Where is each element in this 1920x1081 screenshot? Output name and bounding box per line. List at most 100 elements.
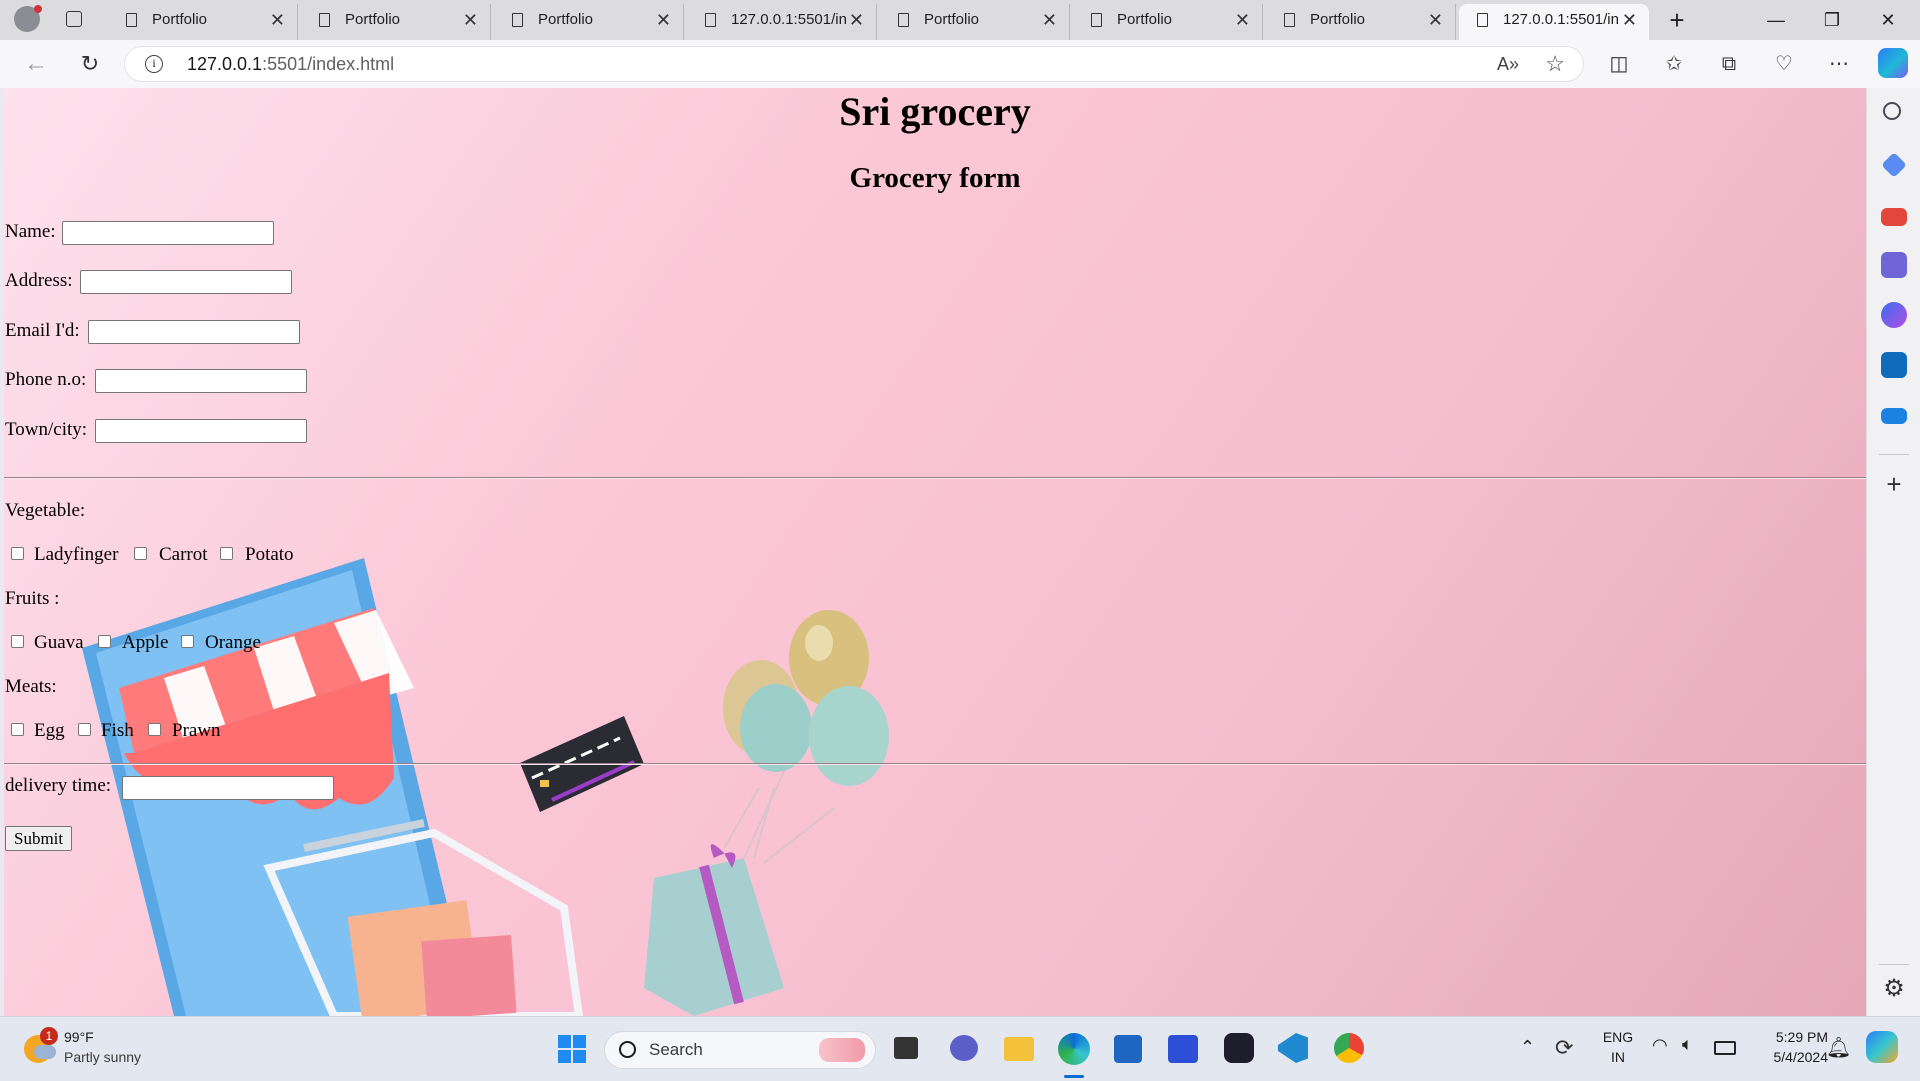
- copilot-icon[interactable]: [1878, 48, 1908, 78]
- webex-icon[interactable]: [1224, 1033, 1254, 1063]
- weather-cloud-icon: [34, 1045, 56, 1059]
- guava-option: Guava: [34, 632, 84, 653]
- language-indicator[interactable]: ENG IN: [1598, 1027, 1638, 1067]
- site-info-icon[interactable]: i: [145, 55, 163, 73]
- search-highlight-image: [819, 1038, 865, 1062]
- close-tab-icon[interactable]: ✕: [270, 4, 285, 36]
- close-tab-icon[interactable]: ✕: [656, 4, 671, 36]
- teams-chat-icon[interactable]: [950, 1035, 978, 1061]
- search-icon[interactable]: [1883, 102, 1901, 120]
- prawn-checkbox[interactable]: [148, 723, 161, 736]
- notification-bell-icon[interactable]: 🔔︎: [1826, 1035, 1851, 1060]
- split-screen-icon[interactable]: ◫: [1601, 46, 1637, 82]
- new-tab-button[interactable]: +: [1662, 2, 1692, 38]
- section-divider: [4, 763, 1866, 765]
- sidebar-divider: [1879, 964, 1909, 965]
- close-tab-icon[interactable]: ✕: [1042, 4, 1057, 36]
- gift-box-graphic: [644, 844, 784, 1016]
- edge-browser-icon[interactable]: [1058, 1033, 1090, 1065]
- name-input[interactable]: [62, 221, 274, 245]
- minimize-icon[interactable]: —: [1748, 0, 1804, 40]
- tab-portfolio-6[interactable]: Portfolio ✕: [1266, 4, 1456, 40]
- tab-portfolio-4[interactable]: Portfolio ✕: [880, 4, 1070, 40]
- tab-label: Portfolio: [1117, 11, 1173, 28]
- ladyfinger-checkbox[interactable]: [11, 547, 24, 560]
- refresh-icon[interactable]: ↻: [72, 46, 108, 82]
- tab-label: Portfolio: [538, 11, 594, 28]
- submit-button[interactable]: Submit: [5, 826, 73, 851]
- tools-icon[interactable]: [1881, 208, 1907, 226]
- apple-checkbox[interactable]: [98, 635, 111, 648]
- chrome-icon[interactable]: [1334, 1033, 1364, 1063]
- taskbar-search-box[interactable]: Search: [604, 1031, 876, 1069]
- start-windows-icon[interactable]: [558, 1035, 586, 1063]
- close-tab-icon[interactable]: ✕: [1622, 4, 1637, 36]
- sidebar-divider: [1879, 454, 1909, 455]
- microsoft365-icon[interactable]: [1881, 302, 1907, 328]
- weather-badge: 1: [40, 1027, 58, 1045]
- shopping-tag-icon[interactable]: [1881, 152, 1907, 178]
- back-icon[interactable]: ←: [18, 46, 54, 82]
- apple-option: Apple: [122, 632, 169, 653]
- sync-icon[interactable]: ⟳: [1555, 1035, 1573, 1061]
- close-window-icon[interactable]: ✕: [1860, 0, 1916, 40]
- drop-icon[interactable]: [1881, 408, 1907, 424]
- egg-option: Egg: [34, 720, 65, 741]
- more-options-icon[interactable]: ⋯: [1821, 46, 1857, 82]
- copilot-taskbar-icon[interactable]: [1866, 1031, 1898, 1063]
- battery-icon[interactable]: [1714, 1041, 1736, 1055]
- games-icon[interactable]: [1881, 252, 1907, 278]
- tab-portfolio-5[interactable]: Portfolio ✕: [1073, 4, 1263, 40]
- outlook-icon[interactable]: [1881, 352, 1907, 378]
- file-explorer-icon[interactable]: [1004, 1037, 1034, 1061]
- guava-checkbox[interactable]: [11, 635, 24, 648]
- volume-icon[interactable]: 🔈︎: [1682, 1034, 1693, 1055]
- wifi-icon[interactable]: ◠: [1652, 1035, 1668, 1056]
- page-icon: [1091, 13, 1102, 27]
- orange-option: Orange: [205, 632, 261, 653]
- close-tab-icon[interactable]: ✕: [1428, 4, 1443, 36]
- weather-widget[interactable]: 1 99°F Partly sunny: [24, 1027, 164, 1071]
- close-tab-icon[interactable]: ✕: [1235, 4, 1250, 36]
- carrot-checkbox[interactable]: [134, 547, 147, 560]
- address-label: Address:: [5, 270, 73, 291]
- egg-checkbox[interactable]: [11, 723, 24, 736]
- town-input[interactable]: [95, 419, 307, 443]
- address-input[interactable]: [80, 270, 292, 294]
- restore-icon[interactable]: ❐: [1804, 0, 1860, 40]
- settings-gear-icon[interactable]: ⚙: [1881, 976, 1907, 1002]
- tab-label: 127.0.0.1:5501/in: [1503, 11, 1619, 28]
- close-tab-icon[interactable]: ✕: [463, 4, 478, 36]
- vscode-icon[interactable]: [1278, 1033, 1308, 1063]
- fish-option: Fish: [101, 720, 134, 741]
- page-icon: [1284, 13, 1295, 27]
- url-input[interactable]: i 127.0.0.1:5501/index.html A» ☆: [124, 46, 1584, 82]
- visual-studio-icon[interactable]: [1168, 1035, 1198, 1063]
- tab-actions-icon[interactable]: [66, 11, 82, 27]
- favorites-icon[interactable]: ✩: [1656, 46, 1692, 82]
- potato-checkbox[interactable]: [220, 547, 233, 560]
- microsoft-store-icon[interactable]: [1114, 1035, 1142, 1063]
- browser-essentials-icon[interactable]: ♡: [1766, 46, 1802, 82]
- close-tab-icon[interactable]: ✕: [849, 4, 864, 36]
- collections-icon[interactable]: ⧉: [1711, 46, 1747, 82]
- tab-portfolio-2[interactable]: Portfolio ✕: [301, 4, 491, 40]
- tab-localhost-active[interactable]: 127.0.0.1:5501/in ✕: [1459, 4, 1649, 40]
- read-aloud-icon[interactable]: A»: [1497, 47, 1519, 81]
- tab-localhost-1[interactable]: 127.0.0.1:5501/in ✕: [687, 4, 877, 40]
- tab-label: 127.0.0.1:5501/in: [731, 11, 847, 28]
- show-hidden-icons-chevron-icon[interactable]: ⌃: [1520, 1037, 1535, 1058]
- orange-checkbox[interactable]: [181, 635, 194, 648]
- tab-portfolio-3[interactable]: Portfolio ✕: [494, 4, 684, 40]
- delivery-time-input[interactable]: [122, 776, 334, 800]
- task-view-icon[interactable]: [894, 1037, 918, 1059]
- fish-checkbox[interactable]: [78, 723, 91, 736]
- clock[interactable]: 5:29 PM 5/4/2024: [1748, 1027, 1829, 1067]
- tab-portfolio-1[interactable]: Portfolio ✕: [108, 4, 298, 40]
- add-sidebar-app-icon[interactable]: +: [1882, 471, 1906, 497]
- email-input[interactable]: [88, 320, 300, 344]
- favorite-star-icon[interactable]: ☆: [1545, 47, 1565, 81]
- url-path: :5501/index.html: [262, 54, 395, 74]
- phone-input[interactable]: [95, 369, 307, 393]
- ladyfinger-option: Ladyfinger: [34, 544, 119, 565]
